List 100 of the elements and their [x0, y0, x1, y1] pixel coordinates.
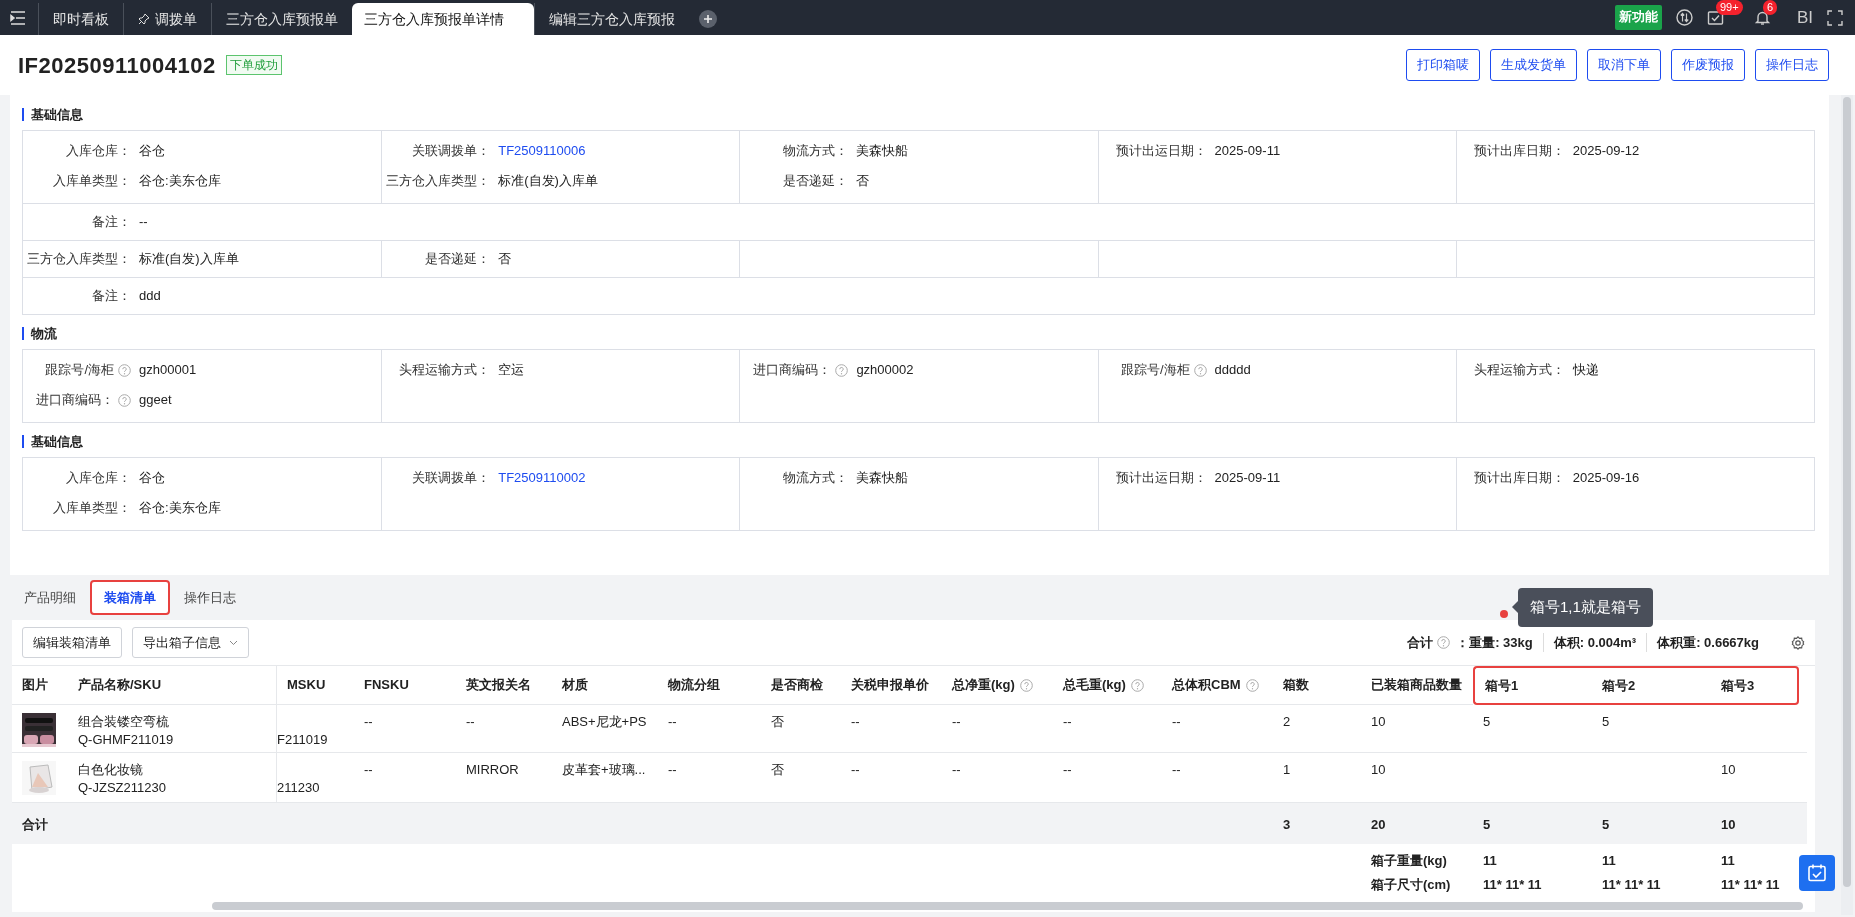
field-value: 美森快船: [856, 142, 909, 161]
table-cell: 否: [771, 762, 784, 777]
product-name: 白色化妆镜: [78, 761, 144, 779]
box-info-value: 11* 11* 11: [1602, 877, 1661, 892]
table-cell: 1: [1283, 762, 1291, 777]
summary-value: 体积重: 0.6667kg: [1646, 632, 1769, 653]
order-link[interactable]: TF2509110002: [498, 468, 586, 488]
action-button[interactable]: 作废预报: [1671, 49, 1745, 81]
table-cell: 皮革套+玻璃...: [562, 762, 646, 777]
scrollbar[interactable]: [212, 902, 1803, 910]
field-label: 三方仓入库类型：: [27, 250, 131, 269]
column-header: 总毛重(kg): [1063, 676, 1126, 695]
field-label: 预计出库日期：: [1473, 469, 1565, 488]
field-label: 进口商编码：: [36, 391, 114, 410]
count-badge: 99+: [1715, 0, 1743, 15]
marker-dot: [1500, 610, 1508, 618]
product-sku: Q-JZSZ211230: [78, 779, 167, 797]
table-cell: 10: [1371, 762, 1386, 777]
column-header: MSKU: [287, 676, 326, 695]
table-cell: --: [364, 762, 373, 777]
table-cell: 10: [1371, 714, 1386, 729]
table-cell: 2: [1283, 714, 1291, 729]
field-label: 入库仓库：: [66, 142, 131, 161]
table-cell: F211019: [277, 732, 328, 747]
field-value: 谷仓: [139, 469, 165, 488]
field-label: 入库单类型：: [53, 172, 131, 191]
field-value: 2025-09-12: [1572, 142, 1640, 161]
field-value: ddddd: [1214, 361, 1251, 380]
field-value: 快递: [1572, 361, 1599, 380]
table-cell: 10: [1721, 762, 1736, 777]
field-value: 否: [498, 250, 512, 269]
action-button[interactable]: 打印箱唛: [1406, 49, 1480, 81]
table-cell: --: [851, 714, 860, 729]
table-cell: --: [466, 714, 475, 729]
tab[interactable]: 操作日志: [170, 579, 250, 616]
field-value: gzh00002: [856, 361, 914, 380]
tab[interactable]: 产品明细: [10, 579, 90, 616]
calendar-button[interactable]: [1799, 855, 1835, 891]
bi-link[interactable]: BI: [1796, 4, 1813, 31]
toolbar-button[interactable]: 编辑装箱清单: [22, 626, 122, 659]
field-value: 美森快船: [856, 469, 909, 488]
tooltip-pointer: [1512, 601, 1518, 614]
table-cell: --: [851, 762, 860, 777]
table-cell: --: [952, 762, 961, 777]
column-header: 总净重(kg): [952, 676, 1015, 695]
add-tab-icon[interactable]: [699, 10, 717, 28]
toolbar-button[interactable]: 导出箱子信息: [132, 626, 249, 659]
field-value: 2025-09-16: [1572, 469, 1640, 488]
field-value: 否: [856, 172, 870, 191]
count-badge: 6: [1762, 0, 1778, 15]
column-header: 产品名称/SKU: [78, 676, 162, 695]
scrollbar[interactable]: [1841, 95, 1853, 915]
calendar-check-icon: [1807, 863, 1827, 883]
action-button[interactable]: 取消下单: [1587, 49, 1661, 81]
menu-icon[interactable]: [10, 11, 26, 25]
field-value: gzh00001: [139, 361, 197, 380]
field-value: 标准(自发)入库单: [498, 172, 598, 191]
column-header: 已装箱商品数量: [1371, 676, 1462, 695]
task-icon[interactable]: [1706, 9, 1724, 26]
table-cell: --: [1172, 714, 1181, 729]
tab[interactable]: 装箱清单: [90, 579, 170, 616]
field-value: 谷仓: [139, 142, 165, 161]
column-header: 箱号1: [1485, 676, 1519, 695]
box-info-value: 11: [1721, 853, 1735, 868]
summary-label: 合计: [1407, 633, 1434, 652]
total-value: 10: [1721, 817, 1736, 832]
field-label: 头程运输方式：: [1473, 361, 1565, 380]
table-cell: 5: [1483, 714, 1491, 729]
table-cell: 5: [1602, 714, 1610, 729]
bell-icon[interactable]: [1753, 9, 1771, 26]
settings-icon[interactable]: [1791, 635, 1805, 650]
field-value: ggeet: [139, 391, 172, 410]
fullscreen-icon[interactable]: [1827, 9, 1843, 26]
column-header: 是否商检: [771, 676, 823, 695]
field-label: 物流方式：: [783, 469, 849, 488]
table-cell: --: [364, 714, 373, 729]
product-name: 组合装镂空弯梳: [78, 713, 170, 731]
action-button[interactable]: 操作日志: [1755, 49, 1829, 81]
sync-icon[interactable]: [1675, 9, 1693, 26]
field-label: 物流方式：: [783, 142, 849, 161]
field-label: 备注：: [92, 287, 131, 306]
total-label: 合计: [22, 817, 48, 832]
total-value: 5: [1483, 817, 1491, 832]
field-label: 关联调拨单：: [412, 469, 491, 488]
action-button[interactable]: 生成发货单: [1490, 49, 1577, 81]
box-info-label: 箱子尺寸(cm): [1371, 877, 1451, 892]
table-cell: --: [1063, 762, 1072, 777]
field-value: 2025-09-11: [1214, 469, 1281, 488]
field-value: 空运: [498, 361, 525, 380]
box-info-value: 11: [1483, 853, 1497, 868]
column-header: 物流分组: [668, 676, 720, 695]
tooltip: 箱号1,1就是箱号: [1518, 588, 1653, 627]
page-title: IF20250911004102: [18, 51, 216, 80]
table-cell: --: [668, 714, 677, 729]
field-label: 关联调拨单：: [412, 142, 491, 161]
order-link[interactable]: TF2509110006: [498, 141, 586, 161]
box-info-value: 11* 11* 11: [1721, 877, 1780, 892]
tab[interactable]: 三方仓入库预报单详情: [352, 3, 534, 35]
field-label: 跟踪号/海柜: [45, 361, 114, 380]
summary-value: 体积: 0.004m³: [1542, 632, 1647, 653]
